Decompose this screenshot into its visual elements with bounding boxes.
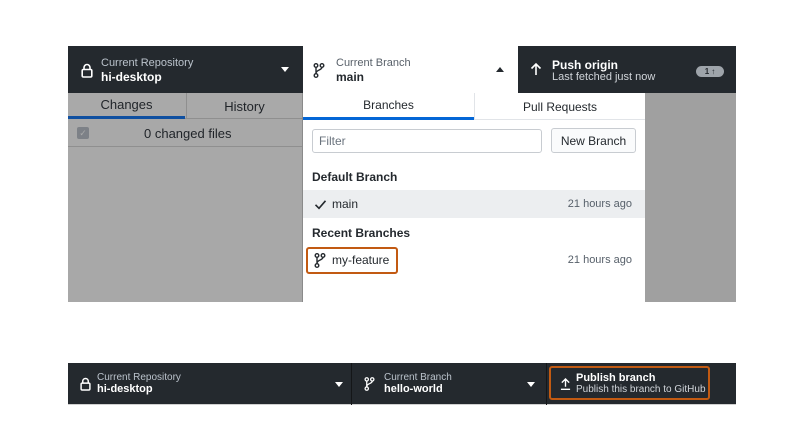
changes-header-row: ✓ 0 changed files bbox=[68, 120, 302, 147]
branch-row-my-feature[interactable]: my-feature 21 hours ago bbox=[303, 246, 645, 274]
dropdown-tabs: Branches Pull Requests bbox=[303, 93, 645, 120]
git-branch-icon bbox=[361, 376, 377, 392]
tab-pull-requests[interactable]: Pull Requests bbox=[474, 93, 645, 120]
current-repository-button[interactable]: Current Repository hi-desktop bbox=[68, 46, 301, 93]
changed-files-count: 0 changed files bbox=[144, 126, 232, 141]
push-origin-button[interactable]: Push origin Last fetched just now 1 ↑ bbox=[519, 46, 736, 93]
ahead-count: 1 bbox=[704, 67, 710, 76]
branch-name: hello-world bbox=[384, 383, 443, 395]
repository-label: Current Repository bbox=[97, 372, 181, 383]
branch-name: main bbox=[332, 197, 359, 211]
bottom-toolbar: Current Repository hi-desktop Current Br… bbox=[68, 363, 736, 405]
tab-history[interactable]: History bbox=[186, 93, 302, 119]
current-branch-button[interactable]: Current Branch main bbox=[303, 46, 518, 93]
lock-icon bbox=[79, 62, 95, 78]
branch-time: 21 hours ago bbox=[567, 254, 632, 266]
chevron-down-icon bbox=[281, 67, 289, 72]
branch-row-main[interactable]: main 21 hours ago bbox=[303, 190, 645, 218]
branch-name: main bbox=[336, 70, 365, 84]
default-branch-header: Default Branch bbox=[312, 170, 398, 184]
branch-label: Current Branch bbox=[384, 372, 452, 383]
arrow-up-small-icon: ↑ bbox=[711, 67, 716, 76]
arrow-up-icon bbox=[528, 61, 544, 77]
publish-title: Publish branch bbox=[576, 372, 656, 384]
toolbar: Current Repository hi-desktop Current Br… bbox=[68, 46, 736, 93]
new-branch-button[interactable]: New Branch bbox=[551, 128, 636, 153]
push-subtitle: Last fetched just now bbox=[552, 71, 656, 83]
repository-name: hi-desktop bbox=[97, 383, 153, 395]
publish-subtitle: Publish this branch to GitHub bbox=[576, 384, 706, 395]
recent-branches-header: Recent Branches bbox=[312, 226, 411, 240]
panel-tabs: Changes History bbox=[68, 93, 302, 119]
current-branch-button[interactable]: Current Branch hello-world bbox=[353, 363, 547, 405]
highlight-box bbox=[306, 247, 398, 274]
top-screenshot: Current Repository hi-desktop Current Br… bbox=[68, 46, 736, 302]
filter-input[interactable] bbox=[312, 129, 542, 153]
tab-branches[interactable]: Branches bbox=[303, 93, 474, 120]
branch-dropdown: Branches Pull Requests New Branch Defaul… bbox=[303, 93, 645, 302]
check-icon bbox=[313, 196, 327, 212]
chevron-down-icon bbox=[527, 382, 535, 387]
select-all-checkbox[interactable]: ✓ bbox=[77, 127, 89, 139]
current-repository-button[interactable]: Current Repository hi-desktop bbox=[68, 363, 352, 405]
push-title: Push origin bbox=[552, 58, 618, 72]
lock-icon bbox=[77, 376, 93, 392]
branch-time: 21 hours ago bbox=[567, 198, 632, 210]
chevron-up-icon bbox=[496, 67, 504, 72]
changes-panel: Changes History ✓ 0 changed files bbox=[68, 93, 302, 302]
publish-branch-button[interactable]: Publish branch Publish this branch to Gi… bbox=[548, 363, 736, 405]
branch-label: Current Branch bbox=[336, 57, 411, 69]
ahead-count-badge: 1 ↑ bbox=[696, 66, 724, 77]
git-branch-icon bbox=[311, 62, 327, 78]
upload-icon bbox=[557, 376, 573, 392]
repository-label: Current Repository bbox=[101, 57, 194, 69]
repository-name: hi-desktop bbox=[101, 70, 162, 84]
chevron-down-icon bbox=[335, 382, 343, 387]
tab-changes[interactable]: Changes bbox=[68, 93, 185, 119]
